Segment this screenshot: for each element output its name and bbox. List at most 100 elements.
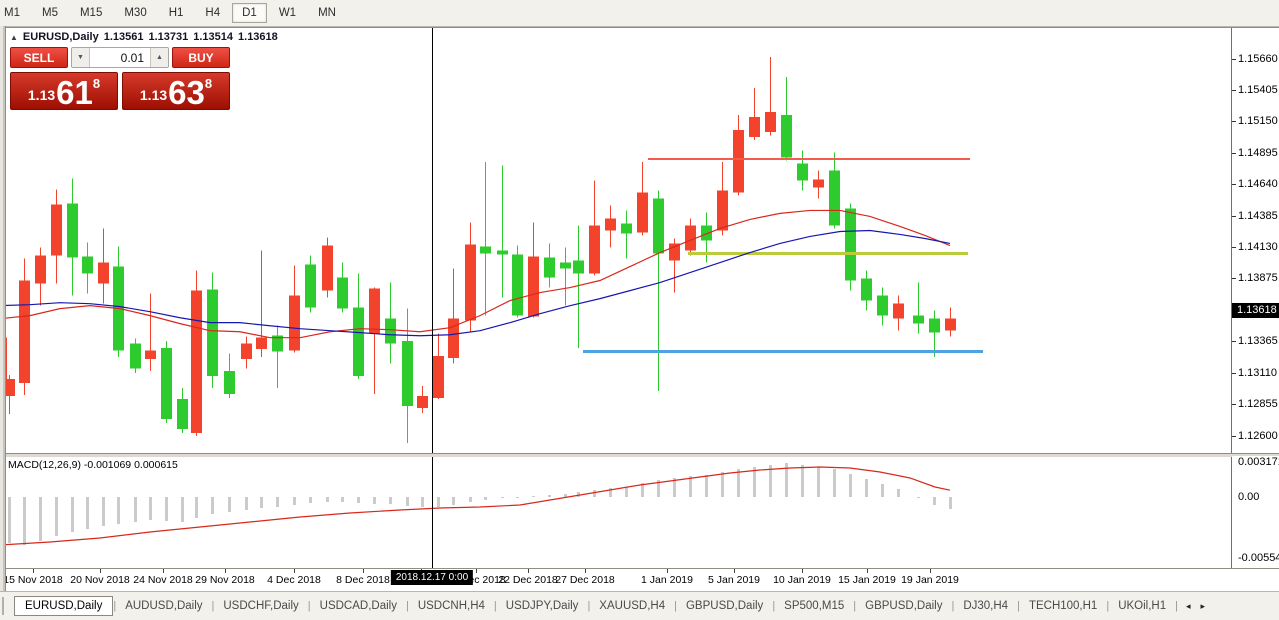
- timeframe-button-m1[interactable]: M1: [0, 3, 30, 23]
- buy-price-button[interactable]: 1.13 63 8: [122, 72, 230, 110]
- date-axis-label: 22 Dec 2018: [498, 574, 558, 586]
- chart-title: ▲ EURUSD,Daily 1.13561 1.13731 1.13514 1…: [10, 31, 278, 43]
- candle-body: [256, 338, 267, 349]
- candle-body: [19, 281, 30, 383]
- chart-tab-eurusd-daily[interactable]: EURUSD,Daily: [14, 596, 113, 616]
- chart-tab-xauusd-h4[interactable]: XAUUSD,H4: [590, 597, 674, 615]
- timeframe-button-m30[interactable]: M30: [114, 3, 156, 23]
- date-axis-tick: [667, 569, 668, 573]
- macd-histogram-bar: [102, 497, 105, 526]
- candle-body: [685, 225, 696, 250]
- buy-price-prefix: 1.13: [140, 87, 167, 103]
- timeframe-button-h1[interactable]: H1: [159, 3, 194, 23]
- macd-histogram-bar: [737, 469, 740, 497]
- chart-tab-usdcnh-h4[interactable]: USDCNH,H4: [409, 597, 494, 615]
- chart-tab-usdcad-daily[interactable]: USDCAD,Daily: [311, 597, 406, 615]
- volume-input[interactable]: [90, 48, 150, 67]
- timeframe-button-mn[interactable]: MN: [308, 3, 346, 23]
- candle-body: [82, 256, 93, 273]
- timeframe-button-d1[interactable]: D1: [232, 3, 267, 23]
- candle-body: [701, 225, 712, 240]
- candle-body: [145, 351, 156, 359]
- candle-body: [337, 278, 348, 309]
- tab-scroll-right-icon[interactable]: ▸: [1201, 601, 1206, 612]
- timeframe-toolbar: M1M5M15M30H1H4D1W1MN: [0, 0, 1279, 27]
- volume-up-button[interactable]: ▲: [150, 48, 168, 67]
- candle-body: [929, 319, 940, 333]
- pane-splitter[interactable]: [0, 453, 1279, 457]
- date-axis-tick: [363, 569, 364, 573]
- macd-indicator-label: MACD(12,26,9) -0.001069 0.000615: [8, 459, 178, 471]
- macd-histogram-bar: [516, 497, 519, 498]
- macd-histogram-bar: [452, 497, 455, 505]
- macd-histogram-bar: [881, 484, 884, 497]
- price-axis-tick: [1232, 121, 1236, 122]
- date-axis-tick: [163, 569, 164, 573]
- date-axis-tick: [802, 569, 803, 573]
- timeframe-button-h4[interactable]: H4: [195, 3, 230, 23]
- date-axis-label: 27 Dec 2018: [555, 574, 615, 586]
- date-axis-tick: [867, 569, 868, 573]
- candle-body: [669, 243, 680, 260]
- price-axis-label: 1.14385: [1238, 210, 1278, 222]
- candle-body: [605, 218, 616, 230]
- timeframe-button-m15[interactable]: M15: [70, 3, 112, 23]
- candle-body: [781, 115, 792, 157]
- tab-scroll-left-icon[interactable]: ◂: [1186, 601, 1191, 612]
- candle-body: [573, 261, 584, 274]
- candle-body: [480, 247, 491, 254]
- macd-indicator-pane[interactable]: [0, 456, 1232, 568]
- sell-price-button[interactable]: 1.13 61 8: [10, 72, 118, 110]
- price-axis-label: 1.15405: [1238, 84, 1278, 96]
- macd-histogram-bar: [437, 497, 440, 507]
- chart-tab-ukoil-h1[interactable]: UKOil,H1: [1109, 597, 1175, 615]
- price-axis[interactable]: 1.156601.154051.151501.148951.146401.143…: [1232, 28, 1279, 453]
- sell-button[interactable]: SELL: [10, 47, 68, 68]
- candle-body: [289, 296, 300, 351]
- current-price-label: 1.13618: [1232, 303, 1279, 318]
- candle-body: [877, 296, 888, 316]
- candle-body: [861, 279, 872, 301]
- tab-separator: |: [1175, 600, 1178, 612]
- price-axis-tick: [1232, 184, 1236, 185]
- macd-histogram-bar: [195, 497, 198, 518]
- date-axis-label: 4 Dec 2018: [267, 574, 321, 586]
- macd-histogram-bar: [501, 497, 504, 498]
- timeframe-button-m5[interactable]: M5: [32, 3, 68, 23]
- timeframe-button-w1[interactable]: W1: [269, 3, 306, 23]
- macd-histogram-bar: [389, 497, 392, 504]
- candle-body: [322, 246, 333, 291]
- buy-button[interactable]: BUY: [172, 47, 230, 68]
- volume-down-button[interactable]: ▼: [72, 48, 90, 67]
- price-axis-label: 1.13875: [1238, 272, 1278, 284]
- date-axis-label: 20 Nov 2018: [70, 574, 130, 586]
- chart-symbol-label: EURUSD,Daily: [23, 31, 99, 43]
- chart-tab-gbpusd-daily[interactable]: GBPUSD,Daily: [677, 597, 772, 615]
- chart-tab-tech100-h1[interactable]: TECH100,H1: [1020, 597, 1106, 615]
- candle-body: [749, 117, 760, 137]
- price-axis-label: 1.12600: [1238, 430, 1278, 442]
- macd-histogram-bar: [933, 497, 936, 505]
- macd-signal-line: [0, 467, 950, 545]
- collapse-panel-icon[interactable]: ▲: [10, 33, 18, 42]
- buy-price-big: 63: [168, 78, 205, 107]
- chart-tab-usdjpy-daily[interactable]: USDJPY,Daily: [497, 597, 588, 615]
- chart-tab-gbpusd-daily[interactable]: GBPUSD,Daily: [856, 597, 951, 615]
- chart-tab-usdchf-daily[interactable]: USDCHF,Daily: [214, 597, 307, 615]
- price-axis-label: 1.15660: [1238, 53, 1278, 65]
- ohlc-open: 1.13561: [104, 31, 144, 43]
- ohlc-low: 1.13514: [193, 31, 233, 43]
- chart-tab-dj30-h4[interactable]: DJ30,H4: [954, 597, 1017, 615]
- buy-price-sup: 8: [205, 76, 212, 91]
- macd-histogram-bar: [309, 497, 312, 503]
- chart-tab-audusd-daily[interactable]: AUDUSD,Daily: [116, 597, 211, 615]
- date-axis-tick: [100, 569, 101, 573]
- macd-histogram-bar: [917, 497, 920, 498]
- date-axis[interactable]: 15 Nov 201820 Nov 201824 Nov 201829 Nov …: [0, 569, 1279, 591]
- chart-tab-sp500-m15[interactable]: SP500,M15: [775, 597, 853, 615]
- candle-body: [402, 341, 413, 406]
- candle-body: [637, 192, 648, 232]
- candle-body: [353, 308, 364, 376]
- one-click-trading-panel: SELL ▼ ▲ BUY 1.13 61 8 1.13 63 8: [10, 47, 230, 110]
- macd-canvas[interactable]: [0, 456, 1232, 568]
